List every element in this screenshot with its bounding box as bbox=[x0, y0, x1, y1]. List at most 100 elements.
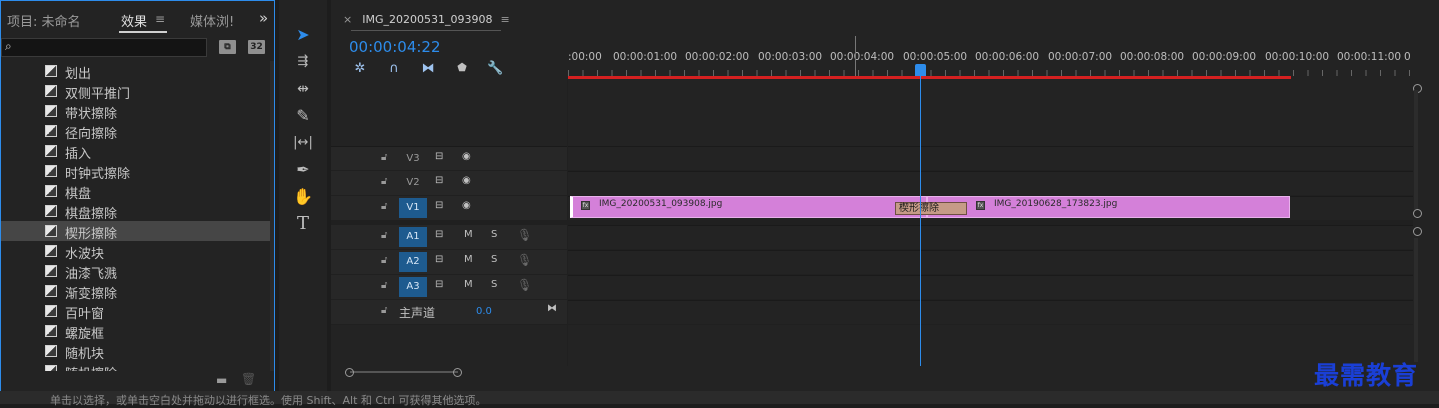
lock-icon[interactable]: 🔓︎ bbox=[381, 230, 387, 241]
list-item[interactable]: 棋盘擦除 bbox=[1, 201, 270, 222]
horizontal-scrollbar[interactable] bbox=[350, 371, 458, 373]
sequence-menu-icon[interactable]: ≡ bbox=[500, 13, 509, 26]
vertical-scrollbar-audio[interactable] bbox=[1414, 238, 1418, 362]
hand-tool-icon[interactable]: ✋ bbox=[291, 186, 315, 208]
track-lane-a1[interactable] bbox=[568, 225, 1413, 249]
mic-icon[interactable]: 🎙︎ bbox=[517, 278, 532, 292]
solo-button[interactable]: S bbox=[491, 229, 497, 240]
sync-lock-icon[interactable]: ⊟ bbox=[435, 254, 443, 265]
master-end-icon[interactable]: ⧓ bbox=[547, 303, 557, 314]
list-item[interactable]: 油漆飞溅 bbox=[1, 261, 270, 282]
list-item[interactable]: 螺旋框 bbox=[1, 321, 270, 342]
list-item[interactable]: 棋盘 bbox=[1, 181, 270, 202]
list-item[interactable]: 带状擦除 bbox=[1, 101, 270, 122]
sync-lock-icon[interactable]: ⊟ bbox=[435, 229, 443, 240]
master-volume-value[interactable]: 0.0 bbox=[476, 306, 492, 317]
time-ruler[interactable]: :00:00 00:00:01:00 00:00:02:00 00:00:03:… bbox=[568, 40, 1411, 78]
sync-lock-icon[interactable]: ⊟ bbox=[435, 151, 443, 162]
mic-icon[interactable]: 🎙︎ bbox=[517, 253, 532, 267]
lock-icon[interactable]: 🔓︎ bbox=[381, 201, 387, 212]
lock-icon[interactable]: 🔓︎ bbox=[381, 176, 387, 187]
tab-effects[interactable]: 效果 bbox=[121, 11, 147, 30]
vertical-scrollbar-video[interactable] bbox=[1414, 90, 1418, 210]
new-folder-icon[interactable]: ▬ bbox=[216, 373, 227, 387]
effects-search-input[interactable]: ⌕ bbox=[1, 38, 207, 57]
playhead-line[interactable] bbox=[920, 70, 921, 366]
new-custom-bin-icon[interactable]: ⧉ bbox=[219, 40, 236, 54]
effects-scrollbar[interactable] bbox=[270, 61, 274, 371]
track-name[interactable]: V2 bbox=[399, 173, 427, 193]
slip-tool-icon[interactable]: |↔| bbox=[291, 132, 315, 154]
mute-button[interactable]: M bbox=[464, 229, 473, 240]
tab-media-browser[interactable]: 媒体浏! bbox=[190, 11, 234, 30]
selection-tool-icon[interactable]: ➤ bbox=[291, 24, 315, 46]
vertical-scroll-handle-audio[interactable] bbox=[1413, 227, 1422, 236]
track-name[interactable]: V3 bbox=[399, 149, 427, 169]
type-tool-icon[interactable]: T bbox=[291, 213, 315, 235]
tab-menu-icon[interactable]: ≡ bbox=[155, 12, 165, 26]
horizontal-scroll-handle-left[interactable] bbox=[345, 368, 354, 377]
mic-icon[interactable]: 🎙︎ bbox=[517, 228, 532, 242]
list-item[interactable]: 划出 bbox=[1, 61, 270, 82]
eye-icon[interactable]: ◉ bbox=[462, 200, 471, 211]
nest-toggle-icon[interactable]: ✲ bbox=[352, 61, 368, 76]
mute-button[interactable]: M bbox=[464, 279, 473, 290]
ripple-edit-tool-icon[interactable]: ⇹ bbox=[291, 78, 315, 100]
eye-icon[interactable]: ◉ bbox=[462, 151, 471, 162]
solo-button[interactable]: S bbox=[491, 279, 497, 290]
track-name[interactable]: V1 bbox=[399, 198, 427, 218]
list-item[interactable]: 渐变擦除 bbox=[1, 281, 270, 302]
vertical-scroll-handle-bottom[interactable] bbox=[1413, 209, 1422, 218]
panel-overflow-icon[interactable]: » bbox=[259, 9, 268, 27]
track-lane-v2[interactable] bbox=[568, 171, 1413, 195]
add-marker-icon[interactable]: ⬟ bbox=[454, 61, 470, 74]
trash-icon[interactable]: 🗑 bbox=[241, 372, 256, 386]
snap-icon[interactable]: ∩ bbox=[386, 61, 402, 76]
eye-icon[interactable]: ◉ bbox=[462, 175, 471, 186]
sync-lock-icon[interactable]: ⊟ bbox=[435, 175, 443, 186]
ruler-label: 00:00:04:00 bbox=[830, 51, 895, 63]
video-clip[interactable]: fx IMG_20190628_173823.jpg bbox=[927, 196, 1290, 218]
track-header-a3: 🔓︎ A3 ⊟ M S 🎙︎ bbox=[331, 275, 567, 299]
track-lane-a3[interactable] bbox=[568, 275, 1413, 299]
ruler-label: 00:00:11:00 bbox=[1337, 51, 1402, 63]
track-name[interactable]: A3 bbox=[399, 277, 427, 297]
track-lane-v3[interactable] bbox=[568, 146, 1413, 170]
list-item[interactable]: 插入 bbox=[1, 141, 270, 162]
horizontal-scroll-handle-right[interactable] bbox=[453, 368, 462, 377]
list-item[interactable]: 随机擦除 bbox=[1, 361, 270, 371]
transition-block[interactable]: 楔形擦除 bbox=[895, 202, 967, 215]
32bit-filter-icon[interactable]: 32 bbox=[248, 40, 265, 54]
sequence-tab[interactable]: × IMG_20200531_093908 ≡ bbox=[343, 13, 510, 26]
lock-icon[interactable]: 🔓︎ bbox=[381, 280, 387, 291]
tab-project[interactable]: 项目: 未命名 bbox=[7, 11, 81, 30]
pen-tool-icon[interactable]: ✒ bbox=[291, 159, 315, 181]
playhead-timecode[interactable]: 00:00:04:22 bbox=[349, 38, 441, 56]
close-icon[interactable]: × bbox=[343, 13, 352, 26]
video-clip[interactable]: fx IMG_20200531_093908.jpg bbox=[570, 196, 927, 218]
ruler-label: 0 bbox=[1404, 51, 1411, 63]
linked-selection-icon[interactable]: ⧓ bbox=[420, 61, 436, 76]
transition-icon bbox=[45, 85, 57, 97]
track-name[interactable]: A2 bbox=[399, 252, 427, 272]
sync-lock-icon[interactable]: ⊟ bbox=[435, 279, 443, 290]
list-item[interactable]: 百叶窗 bbox=[1, 301, 270, 322]
lock-icon[interactable]: 🔓︎ bbox=[381, 305, 387, 316]
track-select-tool-icon[interactable]: ⇶ bbox=[291, 51, 315, 73]
track-lane-a2[interactable] bbox=[568, 250, 1413, 274]
razor-tool-icon[interactable]: ✎ bbox=[291, 105, 315, 127]
list-item[interactable]: 随机块 bbox=[1, 341, 270, 362]
wrench-icon[interactable]: 🔧 bbox=[487, 61, 503, 76]
list-item[interactable]: 径向擦除 bbox=[1, 121, 270, 142]
lock-icon[interactable]: 🔓︎ bbox=[381, 255, 387, 266]
list-item-selected[interactable]: 楔形擦除 bbox=[1, 221, 270, 242]
track-name[interactable]: A1 bbox=[399, 227, 427, 247]
solo-button[interactable]: S bbox=[491, 254, 497, 265]
list-item[interactable]: 水波块 bbox=[1, 241, 270, 262]
mute-button[interactable]: M bbox=[464, 254, 473, 265]
track-lane-master[interactable] bbox=[568, 300, 1413, 324]
lock-icon[interactable]: 🔓︎ bbox=[381, 152, 387, 163]
list-item[interactable]: 双侧平推门 bbox=[1, 81, 270, 102]
list-item[interactable]: 时钟式擦除 bbox=[1, 161, 270, 182]
sync-lock-icon[interactable]: ⊟ bbox=[435, 200, 443, 211]
